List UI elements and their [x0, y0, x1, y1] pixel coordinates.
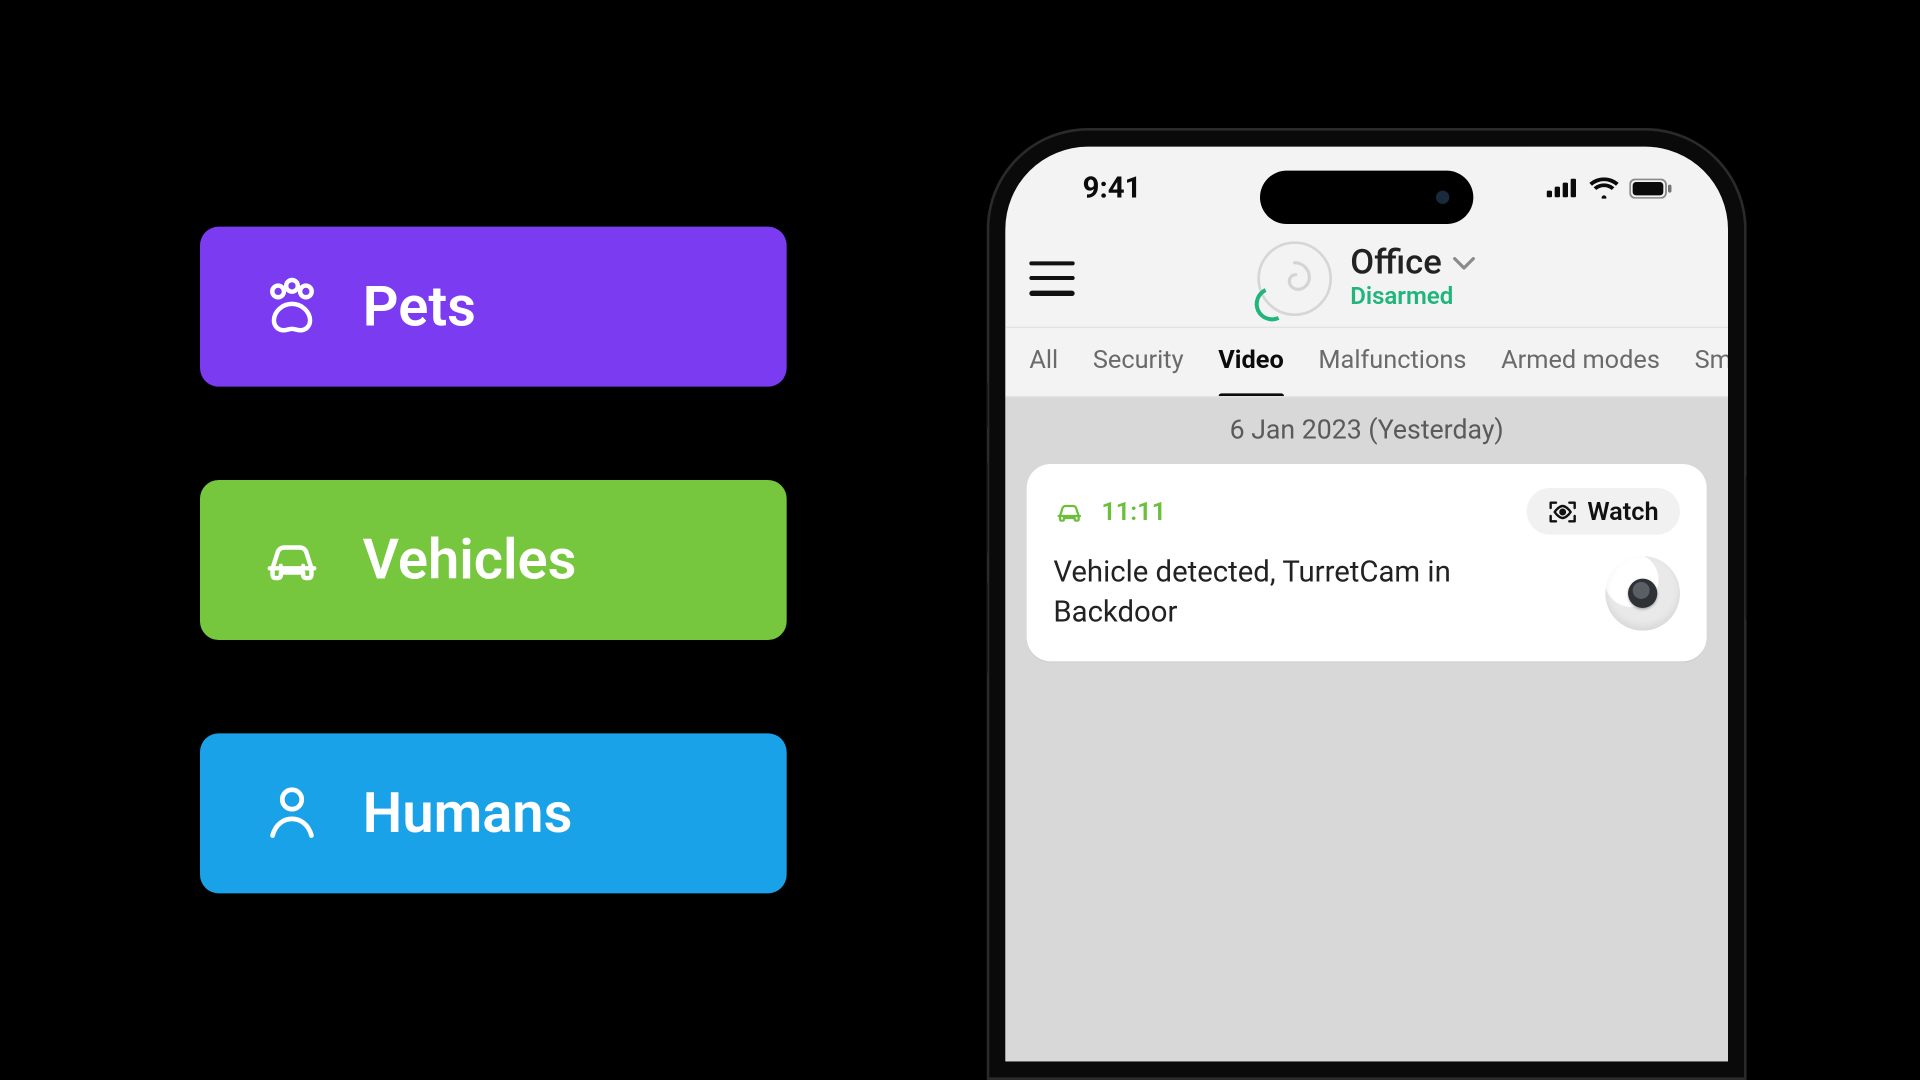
category-label: Humans — [363, 781, 573, 846]
event-description: Vehicle detected, TurretCam in Backdoor — [1053, 553, 1581, 632]
hub-icon — [1257, 241, 1332, 316]
category-label: Pets — [363, 274, 476, 339]
phone-side-button — [987, 461, 988, 554]
phone-side-button — [987, 381, 988, 429]
event-card[interactable]: 11:11 Watch Vehicle detected, Tu — [1027, 464, 1707, 662]
location-selector[interactable]: Office Disarmed — [1257, 241, 1477, 316]
app-header: Office Disarmed — [1005, 229, 1728, 328]
tab-malfunctions[interactable]: Malfunctions — [1318, 344, 1466, 380]
tab-security[interactable]: Security — [1093, 344, 1184, 380]
tab-truncated[interactable]: Sm — [1695, 344, 1728, 380]
car-icon — [259, 527, 326, 594]
person-icon — [259, 780, 326, 847]
menu-button[interactable] — [1029, 261, 1074, 296]
feed-date-header: 6 Jan 2023 (Yesterday) — [1005, 397, 1728, 464]
car-icon — [1053, 498, 1085, 525]
phone-side-button — [987, 581, 988, 674]
status-bar: 9:41 — [1005, 147, 1728, 230]
category-humans[interactable]: Humans — [200, 733, 787, 893]
battery-icon — [1629, 178, 1672, 198]
chevron-down-icon — [1452, 256, 1476, 272]
watch-button[interactable]: Watch — [1526, 488, 1680, 535]
paw-icon — [259, 273, 326, 340]
arm-state: Disarmed — [1350, 284, 1476, 312]
event-time: 11:11 — [1101, 496, 1166, 527]
cellular-icon — [1547, 179, 1579, 198]
tab-all[interactable]: All — [1029, 344, 1058, 380]
location-name: Office — [1350, 244, 1442, 284]
wifi-icon — [1589, 177, 1618, 198]
tab-video[interactable]: Video — [1218, 344, 1284, 380]
category-label: Vehicles — [363, 527, 577, 592]
phone-screen: 9:41 — [1005, 147, 1728, 1062]
detection-category-tiles: Pets Vehicles Humans — [200, 227, 787, 894]
status-time: 9:41 — [1083, 171, 1142, 204]
category-vehicles[interactable]: Vehicles — [200, 480, 787, 640]
watch-icon — [1547, 499, 1576, 523]
event-feed: 6 Jan 2023 (Yesterday) 11:11 — [1005, 397, 1728, 1061]
event-filter-tabs: All Security Video Malfunctions Armed mo… — [1005, 328, 1728, 397]
category-pets[interactable]: Pets — [200, 227, 787, 387]
camera-thumbnail — [1605, 556, 1680, 631]
phone-frame: 9:41 — [987, 128, 1747, 1080]
watch-label: Watch — [1587, 496, 1658, 527]
tab-armed-modes[interactable]: Armed modes — [1501, 344, 1660, 380]
phone-side-button — [1745, 475, 1746, 622]
